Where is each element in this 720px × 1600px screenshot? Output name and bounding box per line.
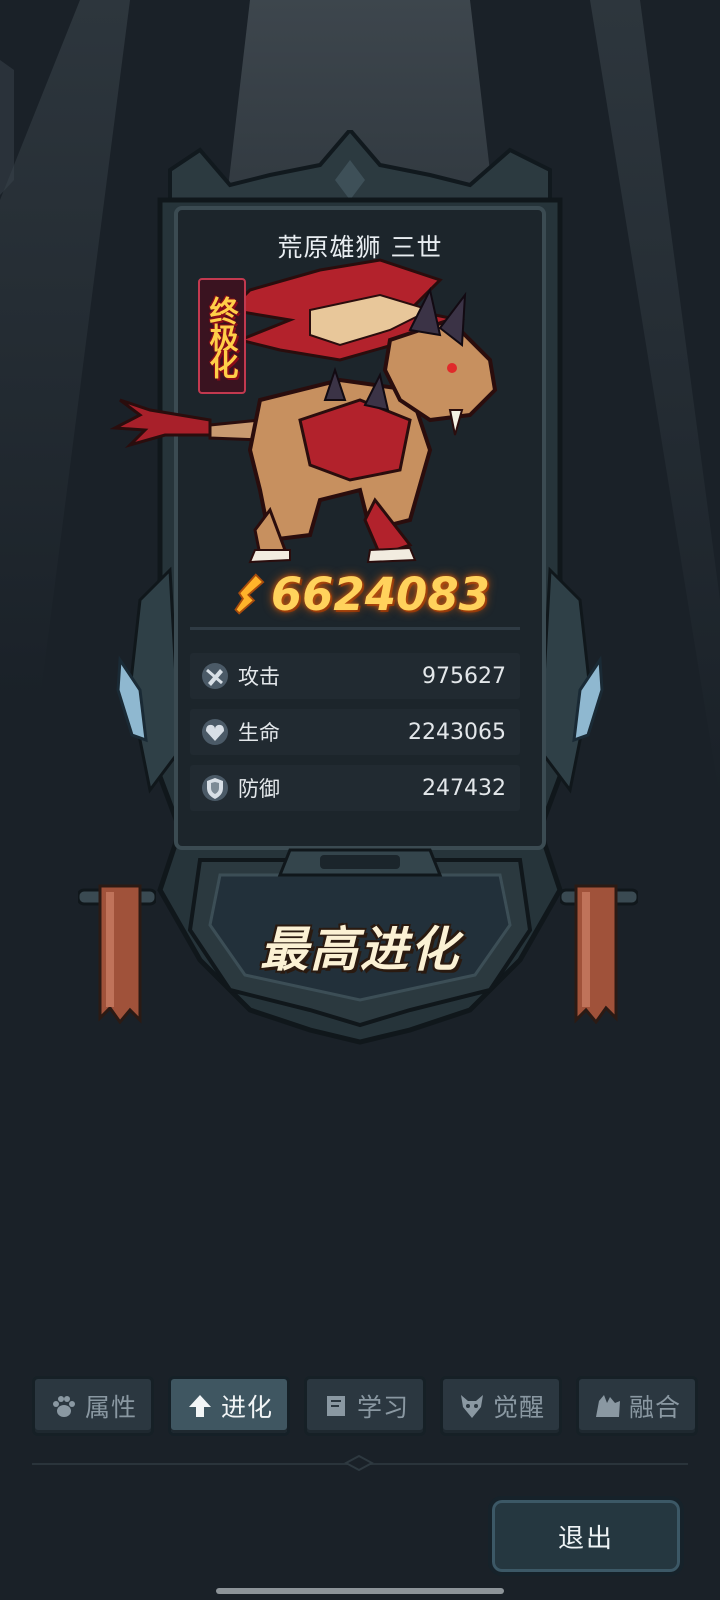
- max-evolution-label: 最高进化: [259, 922, 460, 978]
- health-icon: [202, 719, 228, 745]
- stat-label-attack: 攻击: [238, 665, 280, 689]
- exit-button-label: 退出: [557, 1523, 614, 1554]
- attack-icon: [202, 663, 228, 689]
- tier-label: 终极化: [205, 295, 239, 377]
- book-icon: [326, 1396, 345, 1416]
- tab-learning[interactable]: 学习: [304, 1376, 426, 1436]
- tab-evolution-label: 进化: [220, 1393, 273, 1422]
- tab-awaken-label: 觉醒: [492, 1393, 545, 1422]
- stat-row-health: 生命 2243065: [190, 709, 520, 755]
- stat-value-health: 2243065: [408, 719, 506, 745]
- tab-attributes[interactable]: 属性: [32, 1376, 154, 1436]
- stat-value-attack: 975627: [422, 663, 506, 689]
- defense-icon: [202, 775, 228, 801]
- tab-learning-label: 学习: [356, 1393, 409, 1422]
- fusion-icon: [595, 1395, 620, 1417]
- exit-button[interactable]: 退出: [488, 1496, 684, 1576]
- lion-beast-illustration: [110, 258, 498, 564]
- stat-row-attack: 攻击 975627: [190, 653, 520, 699]
- paw-icon: [52, 1396, 75, 1417]
- tab-evolution[interactable]: 进化: [168, 1376, 290, 1436]
- up-arrow-icon: [188, 1395, 211, 1417]
- stat-label-defense: 防御: [238, 777, 280, 801]
- tab-fusion-label: 融合: [628, 1393, 681, 1422]
- stats-divider: [190, 627, 520, 630]
- tab-fusion[interactable]: 融合: [576, 1376, 698, 1436]
- divider-ornament: [344, 1455, 374, 1471]
- tab-awaken[interactable]: 觉醒: [440, 1376, 562, 1436]
- ultimate-tier-badge: 终极化: [198, 278, 246, 394]
- beast-head-icon: [460, 1395, 483, 1418]
- stat-row-defense: 防御 247432: [190, 765, 520, 811]
- combat-power: 6624083: [230, 562, 490, 626]
- tab-attributes-label: 属性: [84, 1393, 137, 1422]
- stat-label-health: 生命: [238, 721, 280, 745]
- bottom-tab-bar: 属性 进化 学习 觉醒 融合: [0, 1376, 720, 1440]
- stat-value-defense: 247432: [422, 775, 506, 801]
- combat-power-value: 6624083: [270, 567, 490, 621]
- combat-power-icon: [234, 573, 265, 615]
- home-indicator[interactable]: [216, 1588, 504, 1594]
